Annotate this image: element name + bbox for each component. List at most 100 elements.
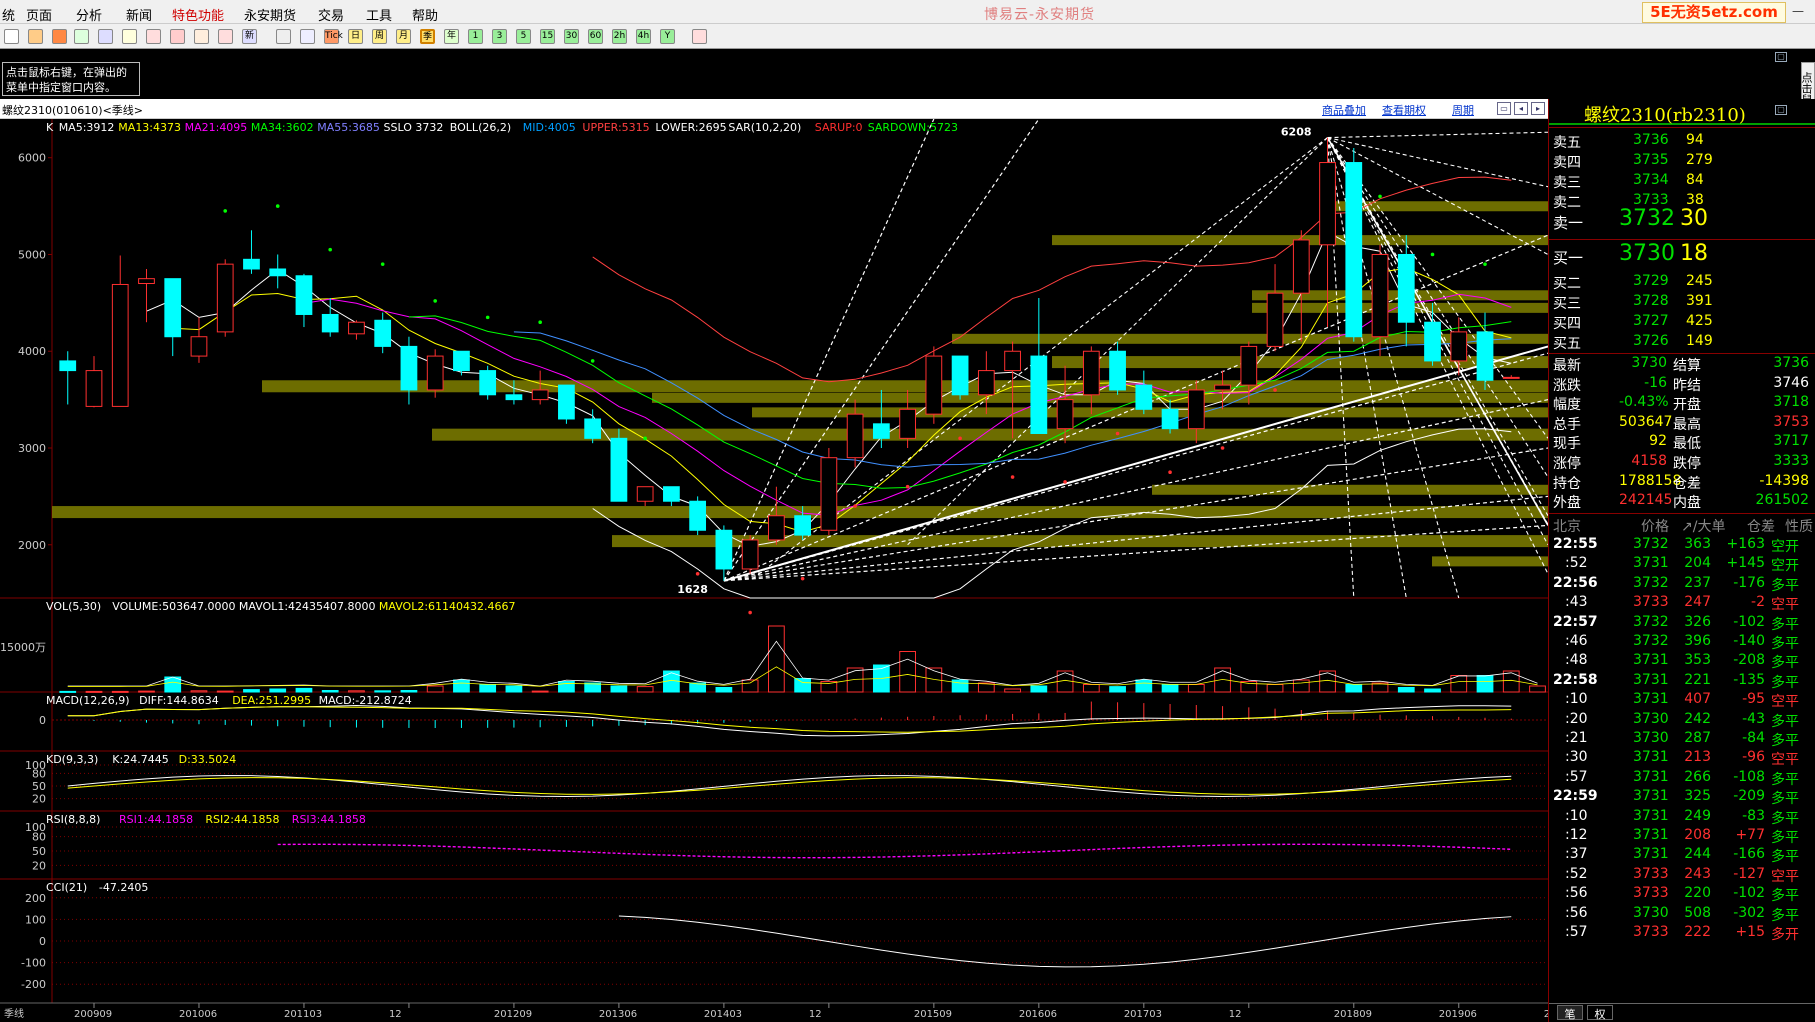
week-icon[interactable]: 周: [372, 29, 387, 44]
bottom-tab[interactable]: 笔: [1557, 1005, 1583, 1021]
ball-icon[interactable]: [52, 29, 67, 44]
support-band: [652, 392, 1548, 403]
sar-dot: [1063, 480, 1067, 484]
candle-body: [505, 394, 523, 401]
menu-yongan[interactable]: 永安期货: [244, 5, 296, 24]
chart-area[interactable]: 6000500040003000200062081628K MA5:3912 MA1…: [0, 119, 1548, 1022]
line-chart-icon[interactable]: [300, 29, 315, 44]
menu-news[interactable]: 新闻: [126, 5, 152, 24]
tick-price: 3732: [1633, 536, 1669, 552]
volume-bar: [1292, 679, 1310, 693]
volume-bar: [951, 679, 969, 693]
volume-bar: [794, 678, 811, 693]
minute-1b-icon[interactable]: 1: [468, 29, 483, 44]
tick-volume: 396: [1684, 633, 1711, 649]
app-title: 博易云-永安期货: [984, 7, 1096, 23]
zoom-out-icon[interactable]: [122, 29, 137, 44]
volume-bar: [59, 690, 77, 693]
minute-3-icon[interactable]: 3: [492, 29, 507, 44]
menu-system[interactable]: 统: [2, 5, 15, 24]
tick-oi-change: -102: [1733, 613, 1765, 630]
bottom-tab[interactable]: 权: [1587, 1005, 1613, 1021]
menu-analysis[interactable]: 分析: [76, 5, 102, 24]
tick-price: 3731: [1633, 846, 1669, 863]
legend-entry: MA13:4373: [118, 121, 181, 134]
y-tick-label: -100: [21, 957, 46, 970]
draw-icon[interactable]: [170, 29, 185, 44]
candle-body: [243, 258, 260, 270]
calc-icon[interactable]: [692, 29, 707, 44]
year-icon[interactable]: Y: [660, 29, 675, 44]
minute-60-icon[interactable]: 60: [588, 29, 603, 44]
tool-icon[interactable]: [194, 29, 209, 44]
stat-label: 最新: [1553, 358, 1581, 374]
refresh-icon[interactable]: [74, 29, 89, 44]
next-icon[interactable]: ▸: [1531, 102, 1545, 115]
tick-price: 3732: [1633, 574, 1669, 591]
tick-nature: 空平: [1771, 752, 1799, 769]
bid-volume: 425: [1686, 313, 1713, 329]
legend-entry: MA55:3685: [317, 121, 380, 134]
volume-bar: [295, 687, 313, 693]
day-icon[interactable]: 日: [348, 29, 363, 44]
menu-page[interactable]: 页面: [26, 5, 52, 24]
table-icon[interactable]: [276, 29, 291, 44]
window-icon[interactable]: [146, 29, 161, 44]
menu-features[interactable]: 特色功能: [172, 5, 224, 24]
quote-restore-icon[interactable]: ▢: [1775, 105, 1787, 115]
quote-panel: 螺纹2310(rb2310) ▢ 卖五 3736 94 卖四 3735 279 卖三 3734…: [1548, 99, 1815, 1022]
book-icon[interactable]: [28, 29, 43, 44]
legend-entry: MAVOL2:61140432.4667: [379, 600, 516, 613]
layout-icon[interactable]: ▭: [1497, 102, 1511, 115]
stat-label: 涨停: [1553, 456, 1581, 472]
stat-value: 3718: [1773, 394, 1809, 411]
prev-icon[interactable]: ◂: [1514, 102, 1528, 115]
volume-bar: [479, 684, 497, 693]
stat-label: 幅度: [1553, 397, 1581, 414]
minute-30-icon[interactable]: 30: [564, 29, 579, 44]
volume-bar: [1135, 679, 1153, 693]
tick-nature: 多平: [1771, 771, 1799, 788]
divider: [1549, 513, 1815, 514]
bid-label: 买四: [1553, 316, 1581, 332]
quarter-icon[interactable]: 季: [420, 29, 435, 44]
hour-2-icon[interactable]: 2h: [612, 29, 627, 44]
restore-icon[interactable]: ▢: [1775, 52, 1787, 62]
tick-icon[interactable]: Tick: [324, 29, 343, 44]
tick-price: 3731: [1633, 671, 1669, 688]
menu-trade[interactable]: 交易: [318, 5, 344, 24]
candle-body: [1056, 399, 1074, 430]
zoom-in-icon[interactable]: [98, 29, 113, 44]
legend-entry: K:24.7445: [112, 753, 168, 766]
minute-1-icon[interactable]: 年: [444, 29, 459, 44]
options-link[interactable]: 查看期权: [1382, 102, 1426, 118]
volume-bar: [1187, 684, 1205, 693]
legend-entry: MAVOL1:42435407.8000: [239, 600, 376, 613]
tick-price: 3731: [1633, 807, 1669, 824]
bid-price: 3727: [1633, 313, 1669, 329]
period-link[interactable]: 周期: [1452, 102, 1474, 118]
bottom-tabs: 笔权: [1549, 1003, 1815, 1021]
x-tick-label: 12: [1229, 1009, 1242, 1020]
volume-bar: [426, 685, 444, 693]
tick-price: 3730: [1633, 730, 1669, 746]
funnel-icon[interactable]: [218, 29, 233, 44]
stat-label: 仓差: [1673, 475, 1701, 492]
menu-tools[interactable]: 工具: [366, 5, 392, 24]
minimize-button[interactable]: —: [1792, 4, 1804, 18]
stat-label: 最高: [1673, 416, 1701, 433]
overlay-link[interactable]: 商品叠加: [1322, 102, 1366, 118]
candle-body: [269, 268, 287, 277]
minute-5-icon[interactable]: 5: [516, 29, 531, 44]
stat-label: 现手: [1553, 436, 1581, 453]
hour-4-icon[interactable]: 4h: [636, 29, 651, 44]
y-tick-label: 15000万: [0, 641, 46, 654]
menu-help[interactable]: 帮助: [412, 5, 438, 24]
month-icon[interactable]: 月: [396, 29, 411, 44]
tick-time: :48: [1565, 652, 1588, 669]
minute-15-icon[interactable]: 15: [540, 29, 555, 44]
home-icon[interactable]: [4, 29, 19, 44]
candle-body: [820, 457, 838, 531]
candle-body: [164, 278, 182, 338]
new-icon[interactable]: 新: [242, 29, 257, 44]
